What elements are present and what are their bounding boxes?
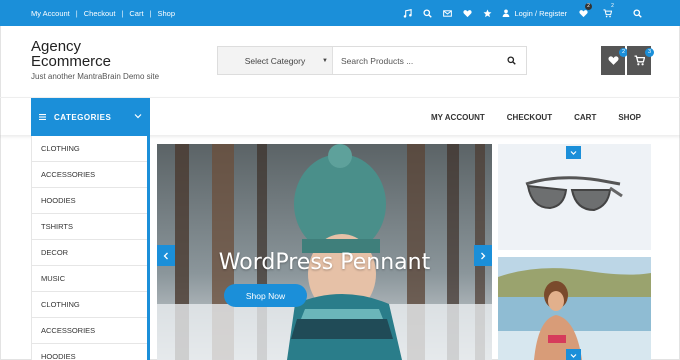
top-bar: My Account | Checkout | Cart | Shop Logi…	[0, 0, 680, 26]
categories-label: CATEGORIES	[54, 112, 112, 122]
top-link-checkout[interactable]: Checkout	[84, 9, 116, 18]
sunglasses-image	[525, 176, 623, 212]
category-item[interactable]: DECOR	[31, 240, 147, 266]
cart-button[interactable]: 3	[627, 46, 654, 75]
menu-icon	[39, 114, 46, 120]
top-nav: My Account | Checkout | Cart | Shop	[31, 0, 175, 26]
category-item[interactable]: HOODIES	[31, 344, 147, 360]
search-icon	[506, 56, 516, 65]
beach-image	[498, 257, 651, 360]
site-title-line-2: Ecommerce	[31, 53, 112, 70]
wishlist-count-badge: 2	[585, 3, 592, 10]
heart-icon	[579, 10, 588, 18]
category-item[interactable]: HOODIES	[31, 188, 147, 214]
music-icon[interactable]	[403, 8, 413, 18]
site-title-line-1: Agency	[31, 38, 82, 55]
chevron-left-icon	[163, 252, 168, 259]
top-cart[interactable]: 2	[603, 3, 615, 18]
featured-product-swimwear[interactable]	[498, 257, 651, 360]
separator: |	[149, 8, 152, 18]
category-sidebar: CLOTHING ACCESSORIES HOODIES TSHIRTS DEC…	[31, 136, 150, 360]
dropdown-caret-icon: ▼	[322, 58, 328, 64]
mail-icon[interactable]	[443, 9, 453, 18]
cart-icon	[634, 55, 645, 66]
chevron-down-icon	[570, 353, 577, 358]
chevron-down-icon	[570, 150, 577, 155]
category-item[interactable]: TSHIRTS	[31, 214, 147, 240]
menu-item-shop[interactable]: SHOP	[618, 113, 641, 122]
hero-slider: WordPress Pennant Shop Now	[157, 144, 492, 360]
slide-title: WordPress Pennant	[218, 250, 431, 275]
top-link-cart[interactable]: Cart	[129, 9, 143, 18]
main-menu: MY ACCOUNT CHECKOUT CART SHOP	[409, 98, 641, 136]
slider-prev-button[interactable]	[157, 245, 175, 266]
wishlist-button[interactable]: 2	[601, 46, 628, 75]
product-toggle-button[interactable]	[566, 146, 581, 159]
cart-icon	[603, 9, 612, 18]
top-link-my-account[interactable]: My Account	[31, 9, 70, 18]
search-icon[interactable]	[633, 8, 642, 18]
search-icon[interactable]	[423, 8, 433, 18]
separator: |	[75, 8, 78, 18]
top-icons: Login / Register 2 2	[392, 0, 642, 26]
chevron-down-icon	[134, 114, 142, 119]
category-select-value: Select Category	[244, 55, 306, 66]
category-item[interactable]: CLOTHING	[31, 292, 147, 318]
site-tagline: Just another MantraBrain Demo site	[31, 72, 160, 81]
star-icon[interactable]	[483, 9, 492, 18]
featured-product-sunglasses[interactable]	[498, 144, 651, 250]
product-toggle-button[interactable]	[566, 349, 581, 360]
login-register-link[interactable]: Login / Register	[502, 9, 567, 18]
categories-toggle[interactable]: CATEGORIES	[31, 98, 150, 136]
category-item[interactable]: CLOTHING	[31, 136, 147, 162]
menu-item-checkout[interactable]: CHECKOUT	[507, 113, 552, 122]
menu-item-cart[interactable]: CART	[574, 113, 596, 122]
category-item[interactable]: MUSIC	[31, 266, 147, 292]
category-item[interactable]: ACCESSORIES	[31, 162, 147, 188]
cart-count-badge: 3	[645, 48, 654, 57]
separator: |	[121, 8, 124, 18]
top-link-shop[interactable]: Shop	[158, 9, 176, 18]
site-title[interactable]: Agency Ecommerce	[31, 39, 111, 69]
top-wishlist[interactable]: 2	[579, 3, 592, 18]
product-search-form: Select Category ▼	[217, 46, 527, 75]
heart-icon[interactable]	[463, 9, 473, 18]
user-icon	[503, 9, 510, 17]
search-button[interactable]	[496, 47, 526, 74]
cart-count-badge: 2	[611, 3, 614, 9]
search-input[interactable]	[333, 47, 496, 74]
heart-icon	[607, 56, 619, 65]
category-item[interactable]: ACCESSORIES	[31, 318, 147, 344]
slider-next-button[interactable]	[474, 245, 492, 266]
chevron-right-icon	[481, 252, 486, 259]
login-register-label: Login / Register	[514, 8, 567, 18]
category-select[interactable]: Select Category ▼	[218, 47, 333, 74]
menu-item-my-account[interactable]: MY ACCOUNT	[431, 113, 485, 122]
shop-now-button[interactable]: Shop Now	[224, 284, 307, 307]
